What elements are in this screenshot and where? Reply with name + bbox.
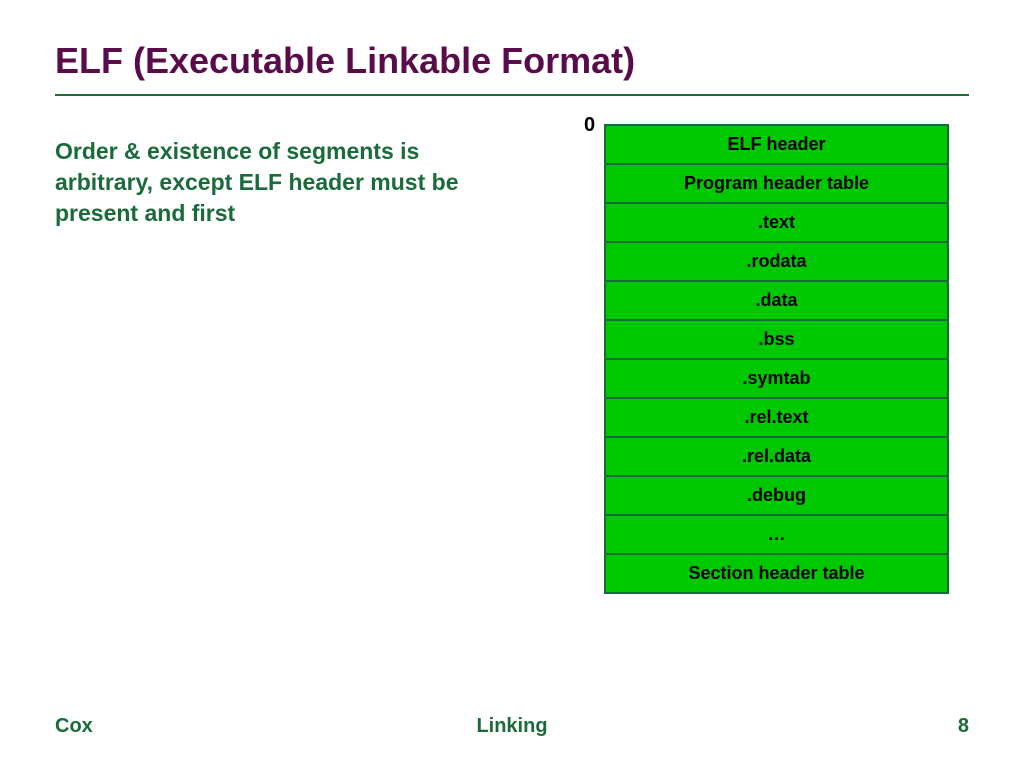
footer-page-number: 8	[958, 715, 969, 738]
title-divider	[55, 94, 969, 96]
table-row: Program header table	[606, 165, 947, 204]
elf-diagram: 0 ELF header Program header table .text …	[604, 124, 949, 594]
slide-footer: Cox Linking 8	[55, 715, 969, 738]
table-row: .rel.data	[606, 438, 947, 477]
table-row: Section header table	[606, 555, 947, 594]
table-row: .data	[606, 282, 947, 321]
elf-segment-table: ELF header Program header table .text .r…	[604, 124, 949, 594]
table-row: .debug	[606, 477, 947, 516]
table-row: .symtab	[606, 360, 947, 399]
content-area: Order & existence of segments is arbitra…	[55, 124, 969, 594]
table-row: .rel.text	[606, 399, 947, 438]
table-row: .bss	[606, 321, 947, 360]
table-row: ELF header	[606, 126, 947, 165]
body-paragraph: Order & existence of segments is arbitra…	[55, 124, 485, 594]
footer-author: Cox	[55, 715, 93, 738]
zero-offset-label: 0	[584, 114, 595, 137]
footer-topic: Linking	[476, 715, 547, 738]
table-row: .rodata	[606, 243, 947, 282]
table-row: .text	[606, 204, 947, 243]
table-row: …	[606, 516, 947, 555]
slide-title: ELF (Executable Linkable Format)	[55, 40, 969, 82]
